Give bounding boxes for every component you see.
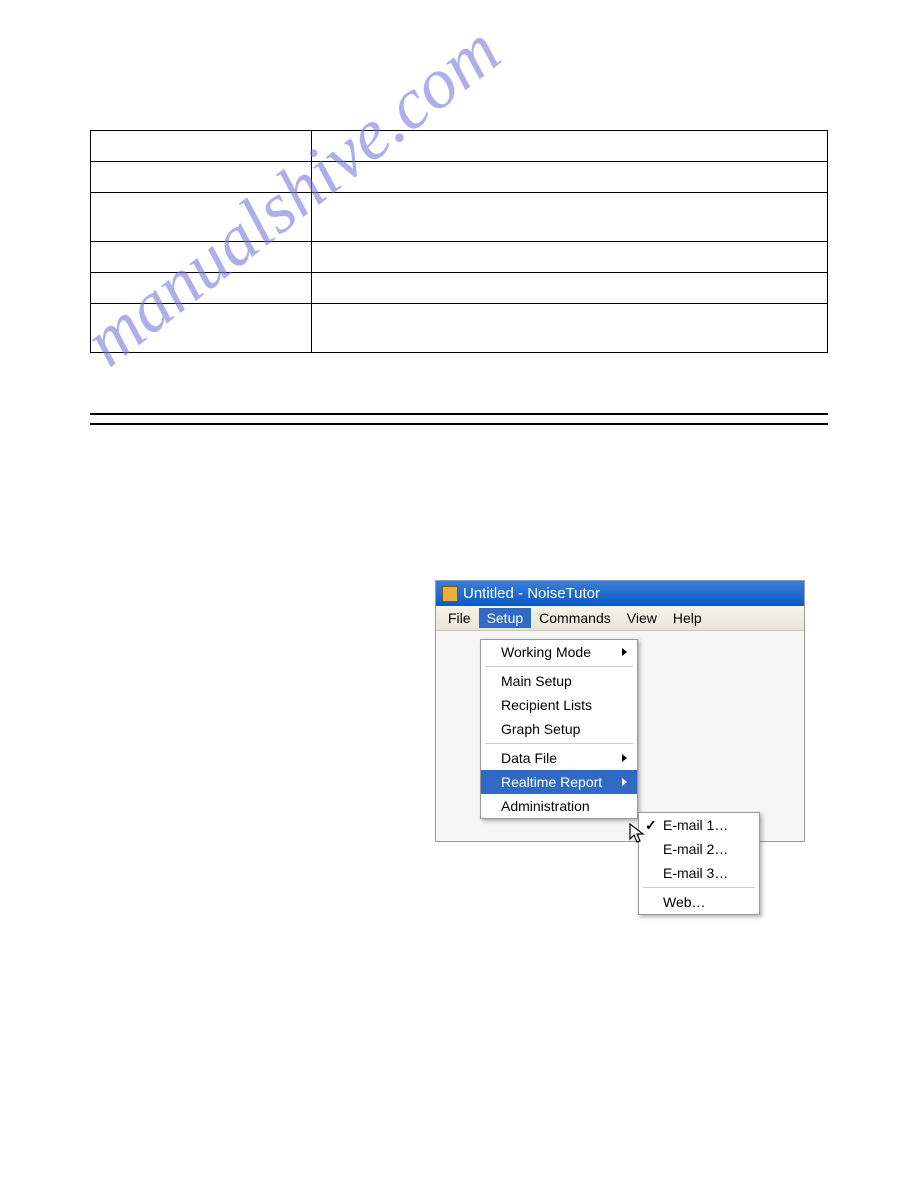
setup-dropdown: Working Mode Main Setup Recipient Lists Gra…: [480, 639, 638, 819]
menu-item-working-mode[interactable]: Working Mode: [481, 640, 637, 664]
menu-item-graph-setup[interactable]: Graph Setup: [481, 717, 637, 741]
table-cell: [91, 131, 312, 162]
menu-separator: [485, 743, 633, 744]
menu-item-label: Recipient Lists: [501, 697, 592, 713]
spec-table: [90, 130, 828, 353]
table-cell: [312, 273, 828, 304]
table-cell: [312, 131, 828, 162]
menu-item-label: Working Mode: [501, 644, 591, 660]
chevron-right-icon: [622, 648, 627, 656]
menu-item-label: Realtime Report: [501, 774, 602, 790]
chevron-right-icon: [622, 778, 627, 786]
footer-divider: [90, 423, 828, 425]
menubar-item-commands[interactable]: Commands: [531, 608, 619, 628]
table-cell: [91, 304, 312, 353]
menu-item-recipient-lists[interactable]: Recipient Lists: [481, 693, 637, 717]
submenu-item-label: E-mail 2…: [663, 841, 728, 857]
submenu-item-web-[interactable]: Web…: [639, 890, 759, 914]
menu-item-label: Graph Setup: [501, 721, 580, 737]
menu-item-realtime-report[interactable]: Realtime Report: [481, 770, 637, 794]
menubar: FileSetupCommandsViewHelp: [436, 606, 804, 631]
section-divider: [90, 413, 828, 415]
table-cell: [91, 242, 312, 273]
menu-item-data-file[interactable]: Data File: [481, 746, 637, 770]
titlebar: Untitled - NoiseTutor: [436, 581, 804, 606]
menu-separator: [643, 887, 755, 888]
table-cell: [312, 193, 828, 242]
submenu-item-e-mail-2-[interactable]: E-mail 2…: [639, 837, 759, 861]
app-icon: [442, 586, 458, 602]
menubar-item-view[interactable]: View: [619, 608, 665, 628]
menu-item-label: Administration: [501, 798, 590, 814]
chevron-right-icon: [622, 754, 627, 762]
table-cell: [312, 162, 828, 193]
realtime-report-submenu: ✓ E-mail 1… E-mail 2… E-mail 3… Web…: [638, 812, 760, 915]
submenu-item-label: E-mail 1…: [663, 817, 728, 833]
menu-item-administration[interactable]: Administration: [481, 794, 637, 818]
menu-separator: [485, 666, 633, 667]
menu-item-label: Data File: [501, 750, 557, 766]
menubar-item-setup[interactable]: Setup: [479, 608, 532, 628]
app-window: Untitled - NoiseTutor FileSetupCommandsV…: [435, 580, 805, 842]
menu-item-main-setup[interactable]: Main Setup: [481, 669, 637, 693]
table-cell: [91, 162, 312, 193]
table-cell: [312, 304, 828, 353]
menubar-item-file[interactable]: File: [440, 608, 479, 628]
table-cell: [91, 273, 312, 304]
menu-item-label: Main Setup: [501, 673, 572, 689]
menubar-item-help[interactable]: Help: [665, 608, 710, 628]
table-cell: [91, 193, 312, 242]
submenu-item-e-mail-1-[interactable]: ✓ E-mail 1…: [639, 813, 759, 837]
submenu-item-label: Web…: [663, 894, 706, 910]
submenu-item-e-mail-3-[interactable]: E-mail 3…: [639, 861, 759, 885]
submenu-item-label: E-mail 3…: [663, 865, 728, 881]
checkmark-icon: ✓: [645, 817, 657, 834]
table-cell: [312, 242, 828, 273]
window-title: Untitled - NoiseTutor: [463, 585, 600, 602]
